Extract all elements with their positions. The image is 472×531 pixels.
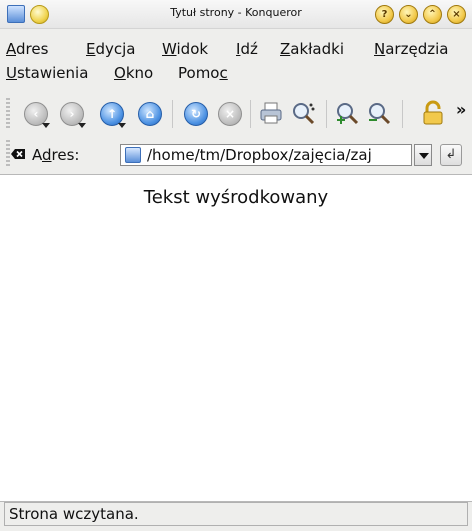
location-history-dropdown-button[interactable] <box>414 144 432 166</box>
menu-widok[interactable]: Widok <box>162 40 208 58</box>
page-content[interactable]: Tekst wyśrodkowany <box>0 174 472 502</box>
menu-mnemonic: W <box>162 40 177 58</box>
stop-icon: × <box>218 102 242 126</box>
menu-ustawienia[interactable]: Ustawienia <box>6 64 88 82</box>
menu-mnemonic: O <box>114 64 126 82</box>
reload-button[interactable]: ↻ <box>182 100 208 126</box>
zoom-out-button[interactable] <box>366 100 392 126</box>
lock-button[interactable] <box>420 100 446 126</box>
menu-label: arzędzia <box>385 40 449 58</box>
location-label: Adres: <box>32 146 79 164</box>
up-dropdown-icon[interactable] <box>118 123 126 128</box>
back-dropdown-icon[interactable] <box>42 123 50 128</box>
zoom-out-icon <box>369 103 391 125</box>
toolbar-separator <box>250 100 251 128</box>
menu-mnemonic: U <box>6 64 17 82</box>
menu-mnemonic: N <box>374 40 386 58</box>
location-bar: Adres: /home/tm/Dropbox/zajęcia/zaj ↲ <box>0 138 472 172</box>
menu-zakladki[interactable]: Zakładki <box>280 40 344 58</box>
print-button[interactable] <box>258 100 284 126</box>
menu-narzedzia[interactable]: Narzędzia <box>374 40 448 58</box>
toolbar-more-button[interactable]: » <box>456 100 466 119</box>
zoom-in-icon <box>337 103 359 125</box>
menu-label: dycja <box>95 40 136 58</box>
menu-mnemonic: c <box>219 64 228 82</box>
back-button[interactable]: ‹ <box>22 100 50 128</box>
help-button[interactable]: ? <box>375 5 394 24</box>
menu-label: akładki <box>290 40 344 58</box>
menu-okno[interactable]: Okno <box>114 64 153 82</box>
location-value: /home/tm/Dropbox/zajęcia/zaj <box>147 146 372 164</box>
close-icon: × <box>452 9 461 20</box>
menu-idz[interactable]: Idź <box>236 40 258 58</box>
toolbar-separator <box>326 100 327 128</box>
print-icon <box>260 102 282 124</box>
menu-mnemonic: Z <box>280 40 291 58</box>
menu-edycja[interactable]: Edycja <box>86 40 136 58</box>
status-bar: Strona wczytana. <box>4 502 468 526</box>
location-input[interactable]: /home/tm/Dropbox/zajęcia/zaj <box>120 144 412 166</box>
forward-dropdown-icon[interactable] <box>78 123 86 128</box>
main-toolbar: ‹ › ↑ ⌂ ↻ × » <box>0 92 472 136</box>
konqueror-window: Tytuł strony - Konqueror ? ⌄ ⌃ × Adres E… <box>0 0 472 531</box>
menu-label: kno <box>125 64 154 82</box>
forward-button[interactable]: › <box>58 100 86 128</box>
toolbar-grip[interactable] <box>6 98 10 130</box>
title-bar[interactable]: Tytuł strony - Konqueror ? ⌄ ⌃ × <box>0 0 472 29</box>
minimize-button[interactable]: ⌄ <box>399 5 418 24</box>
maximize-icon: ⌃ <box>428 9 437 20</box>
maximize-button[interactable]: ⌃ <box>423 5 442 24</box>
menu-mnemonic: A <box>6 40 16 58</box>
reload-icon: ↻ <box>184 102 208 126</box>
zoom-in-button[interactable] <box>334 100 360 126</box>
status-text: Strona wczytana. <box>9 505 139 523</box>
page-favicon-icon <box>125 147 141 163</box>
find-button[interactable] <box>290 100 316 126</box>
page-heading: Tekst wyśrodkowany <box>143 187 329 208</box>
menu-label: stawienia <box>16 64 89 82</box>
menu-pomoc[interactable]: Pomoc <box>178 64 228 82</box>
menu-label: dres <box>16 40 49 58</box>
minimize-icon: ⌄ <box>404 9 413 20</box>
location-label-rest: res: <box>51 146 80 164</box>
toolbar-separator <box>402 100 403 128</box>
lock-icon <box>423 100 443 125</box>
location-label-mnemonic: d <box>42 146 52 164</box>
go-icon: ↲ <box>445 147 457 162</box>
clear-location-icon[interactable] <box>10 146 26 162</box>
home-icon: ⌂ <box>138 102 162 126</box>
find-icon <box>293 103 315 125</box>
go-button[interactable]: ↲ <box>440 144 462 166</box>
menu-adres[interactable]: Adres <box>6 40 48 58</box>
close-button[interactable]: × <box>447 5 466 24</box>
toolbar-separator <box>172 100 173 128</box>
menu-bar: Adres Edycja Widok Idź Zakładki Narzędzi… <box>0 40 472 90</box>
menu-label: dź <box>240 40 258 58</box>
up-button[interactable]: ↑ <box>98 100 126 128</box>
help-icon: ? <box>381 9 388 20</box>
menu-label: idok <box>176 40 209 58</box>
stop-button[interactable]: × <box>216 100 242 126</box>
home-button[interactable]: ⌂ <box>136 100 162 126</box>
menu-label-prefix: Pomo <box>178 64 220 82</box>
location-label-prefix: A <box>32 146 42 164</box>
